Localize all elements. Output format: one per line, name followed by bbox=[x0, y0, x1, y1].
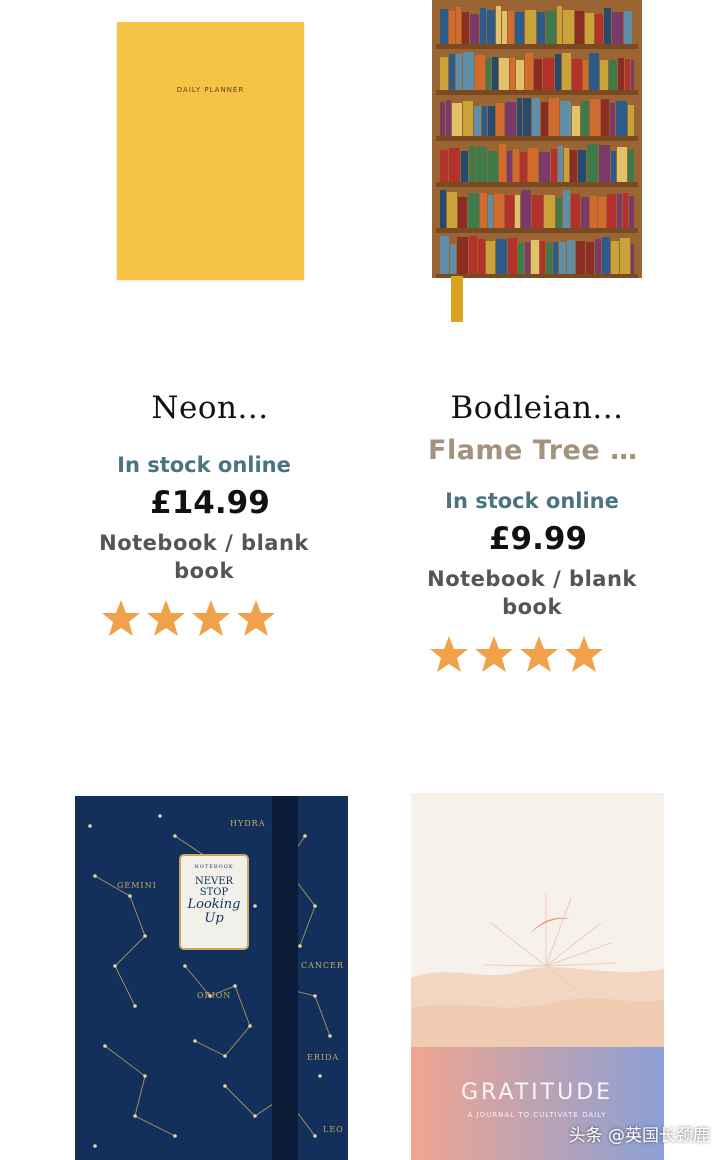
product-format: Notebook / blank book bbox=[427, 567, 637, 619]
cover-label: DAILY PLANNER bbox=[176, 86, 245, 94]
product-price: £9.99 bbox=[488, 521, 588, 557]
gratitude-cover-art: GRATITUDE A JOURNAL TO CULTIVATE DAILY bbox=[411, 893, 664, 1160]
label-up: Up bbox=[204, 911, 224, 926]
star-full-icon bbox=[192, 600, 230, 636]
star-full-icon bbox=[237, 600, 275, 636]
bookshelf-illustration bbox=[432, 0, 642, 279]
product-image-constellation[interactable]: HYDRA GEMINI CANCER ORION ERIDA LEO NOTE… bbox=[75, 796, 348, 1160]
stock-status: In stock online bbox=[445, 489, 619, 513]
label-looking: Looking bbox=[187, 897, 241, 912]
star-full-icon bbox=[430, 636, 468, 672]
label-never: NEVER bbox=[194, 876, 234, 887]
product-price: £14.99 bbox=[150, 485, 270, 521]
product-title[interactable]: Bodleian... bbox=[387, 390, 687, 426]
constellation-label: ORION bbox=[197, 991, 231, 1000]
product-image-bodleian[interactable] bbox=[432, 0, 642, 279]
constellation-label: LEO bbox=[323, 1125, 344, 1134]
product-format: Notebook / blank book bbox=[99, 531, 309, 583]
product-image-neon[interactable]: DAILY PLANNER bbox=[117, 22, 304, 280]
product-image-gratitude[interactable]: GRATITUDE A JOURNAL TO CULTIVATE DAILY bbox=[411, 793, 664, 1160]
star-full-icon bbox=[147, 600, 185, 636]
star-full-icon bbox=[565, 636, 603, 672]
constellation-label: HYDRA bbox=[230, 819, 265, 828]
watermark: 头条 @英国长颈鹿 bbox=[568, 1126, 710, 1146]
cover-title: GRATITUDE bbox=[461, 1080, 613, 1105]
star-full-icon bbox=[520, 636, 558, 672]
constellation-label: GEMINI bbox=[117, 881, 157, 890]
rating-stars bbox=[429, 634, 631, 678]
stock-status: In stock online bbox=[117, 453, 291, 477]
constellation-label: ERIDA bbox=[307, 1053, 339, 1062]
product-author[interactable]: Flame Tree St… bbox=[428, 435, 650, 466]
constellation-label: CANCER bbox=[301, 961, 344, 970]
constellation-pattern: HYDRA GEMINI CANCER ORION ERIDA LEO bbox=[88, 814, 344, 1148]
cover-subtitle: A JOURNAL TO CULTIVATE DAILY bbox=[468, 1111, 607, 1119]
product-title[interactable]: Neon... bbox=[60, 390, 360, 426]
ribbon-bookmark bbox=[451, 276, 463, 322]
label-notebook: NOTEBOOK bbox=[194, 864, 234, 870]
star-full-icon bbox=[102, 600, 140, 636]
star-full-icon bbox=[475, 636, 513, 672]
cover-label-box: NOTEBOOK NEVER STOP Looking Up bbox=[179, 854, 249, 950]
elastic-band bbox=[272, 796, 298, 1160]
rating-stars bbox=[101, 598, 303, 642]
